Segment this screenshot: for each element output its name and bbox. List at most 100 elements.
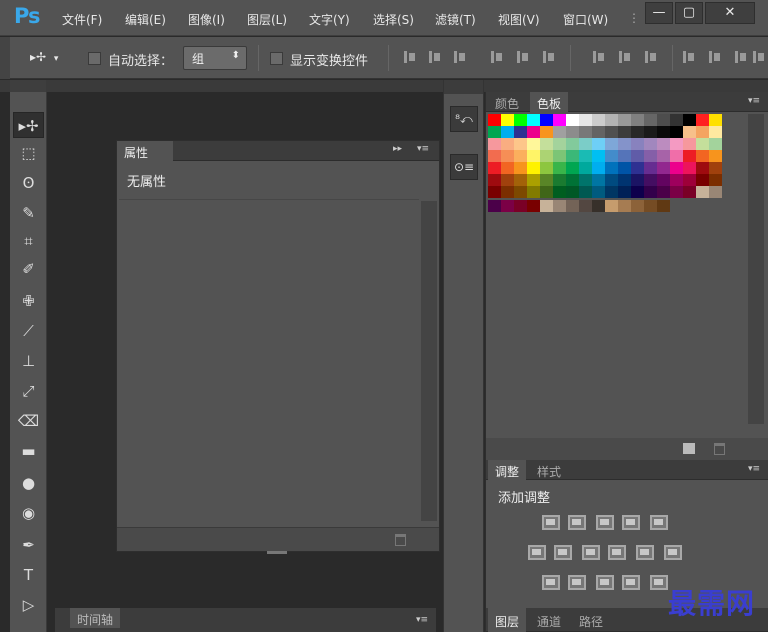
info-panel-icon[interactable]: ⊙≡ xyxy=(450,154,478,180)
panel-menu-icon[interactable]: ▾≡ xyxy=(417,144,429,154)
swatch[interactable] xyxy=(657,174,670,186)
swatch[interactable] xyxy=(501,162,514,174)
color-lookup-icon[interactable] xyxy=(664,545,682,560)
levels-icon[interactable] xyxy=(568,515,586,530)
swatch[interactable] xyxy=(644,200,657,212)
swatch[interactable] xyxy=(579,138,592,150)
swatch[interactable] xyxy=(644,114,657,126)
swatch[interactable] xyxy=(514,186,527,198)
swatch[interactable] xyxy=(592,174,605,186)
menu-item[interactable]: 文字(Y) xyxy=(309,11,350,28)
swatch[interactable] xyxy=(527,162,540,174)
exposure-icon[interactable] xyxy=(622,515,640,530)
swatch[interactable] xyxy=(709,174,722,186)
swatch[interactable] xyxy=(527,126,540,138)
tool-preset-picker[interactable]: ▸✢ ▾ xyxy=(30,50,58,64)
swatch[interactable] xyxy=(553,186,566,198)
swatch[interactable] xyxy=(514,200,527,212)
align-icon[interactable] xyxy=(516,50,530,64)
move-tool[interactable]: ▸✢ xyxy=(13,112,44,138)
channel-mixer-icon[interactable] xyxy=(636,545,654,560)
swatch[interactable] xyxy=(605,114,618,126)
quick-select-tool[interactable]: ✎ xyxy=(13,200,44,226)
swatch[interactable] xyxy=(501,138,514,150)
mini-column-header[interactable] xyxy=(444,80,483,94)
swatch[interactable] xyxy=(514,138,527,150)
swatch[interactable] xyxy=(566,186,579,198)
swatch[interactable] xyxy=(657,150,670,162)
swatch[interactable] xyxy=(579,186,592,198)
invert-icon[interactable] xyxy=(542,575,560,590)
new-swatch-icon[interactable] xyxy=(683,443,695,454)
toolbar-header[interactable] xyxy=(10,80,46,92)
threshold-icon[interactable] xyxy=(596,575,614,590)
swatch[interactable] xyxy=(631,174,644,186)
trash-icon[interactable] xyxy=(714,443,725,455)
swatch[interactable] xyxy=(540,114,553,126)
swatch[interactable] xyxy=(683,174,696,186)
swatch[interactable] xyxy=(605,186,618,198)
swatch[interactable] xyxy=(605,126,618,138)
swatch[interactable] xyxy=(670,114,683,126)
swatch[interactable] xyxy=(527,200,540,212)
swatch[interactable] xyxy=(553,174,566,186)
swatch[interactable] xyxy=(566,174,579,186)
swatch[interactable] xyxy=(553,162,566,174)
distribute-icon[interactable] xyxy=(618,50,632,64)
swatch[interactable] xyxy=(488,138,501,150)
swatch[interactable] xyxy=(683,138,696,150)
swatch[interactable] xyxy=(514,174,527,186)
eraser-tool[interactable]: ⌫ xyxy=(13,408,44,434)
distribute-icon[interactable] xyxy=(644,50,658,64)
blur-tool[interactable]: ● xyxy=(13,470,44,496)
posterize-icon[interactable] xyxy=(568,575,586,590)
swatch[interactable] xyxy=(670,186,683,198)
swatch[interactable] xyxy=(696,126,709,138)
swatch[interactable] xyxy=(683,186,696,198)
swatch[interactable] xyxy=(670,138,683,150)
minimize-button[interactable]: — xyxy=(645,2,673,24)
menu-item[interactable]: 视图(V) xyxy=(498,11,540,28)
swatch[interactable] xyxy=(683,150,696,162)
maximize-button[interactable]: ▢ xyxy=(675,2,703,24)
swatches-scrollbar[interactable] xyxy=(748,114,764,424)
align-icon[interactable] xyxy=(490,50,504,64)
swatch[interactable] xyxy=(540,186,553,198)
swatch[interactable] xyxy=(488,162,501,174)
swatch[interactable] xyxy=(540,126,553,138)
hue-saturation-icon[interactable] xyxy=(528,545,546,560)
properties-scrollbar[interactable] xyxy=(421,201,437,521)
vibrance-icon[interactable] xyxy=(650,515,668,530)
swatch[interactable] xyxy=(592,114,605,126)
show-transform-checkbox[interactable] xyxy=(270,52,283,65)
swatch[interactable] xyxy=(618,174,631,186)
lasso-tool[interactable]: ʘ xyxy=(13,170,44,196)
swatch[interactable] xyxy=(592,138,605,150)
history-brush-tool[interactable]: ⤢ xyxy=(13,378,44,404)
swatch[interactable] xyxy=(553,138,566,150)
swatch[interactable] xyxy=(605,138,618,150)
swatch[interactable] xyxy=(618,186,631,198)
brightness-contrast-icon[interactable] xyxy=(542,515,560,530)
swatch[interactable] xyxy=(696,138,709,150)
swatch[interactable] xyxy=(618,162,631,174)
menu-item[interactable]: 选择(S) xyxy=(373,11,414,28)
menu-item[interactable]: 滤镜(T) xyxy=(435,11,476,28)
swatch[interactable] xyxy=(618,114,631,126)
distribute-icon[interactable] xyxy=(682,50,696,64)
path-select-tool[interactable]: ▷ xyxy=(13,592,44,618)
distribute-icon[interactable] xyxy=(708,50,722,64)
swatch[interactable] xyxy=(540,138,553,150)
swatch[interactable] xyxy=(631,200,644,212)
panel-menu-icon[interactable]: ▾≡ xyxy=(748,96,760,106)
swatch[interactable] xyxy=(696,114,709,126)
swatch[interactable] xyxy=(670,126,683,138)
tab-adjustments[interactable]: 调整 xyxy=(488,460,527,480)
swatch[interactable] xyxy=(644,174,657,186)
swatch[interactable] xyxy=(709,186,722,198)
swatch[interactable] xyxy=(670,162,683,174)
swatch[interactable] xyxy=(592,162,605,174)
tab-properties[interactable]: 属性 xyxy=(117,141,173,161)
swatch[interactable] xyxy=(709,126,722,138)
swatch[interactable] xyxy=(670,174,683,186)
